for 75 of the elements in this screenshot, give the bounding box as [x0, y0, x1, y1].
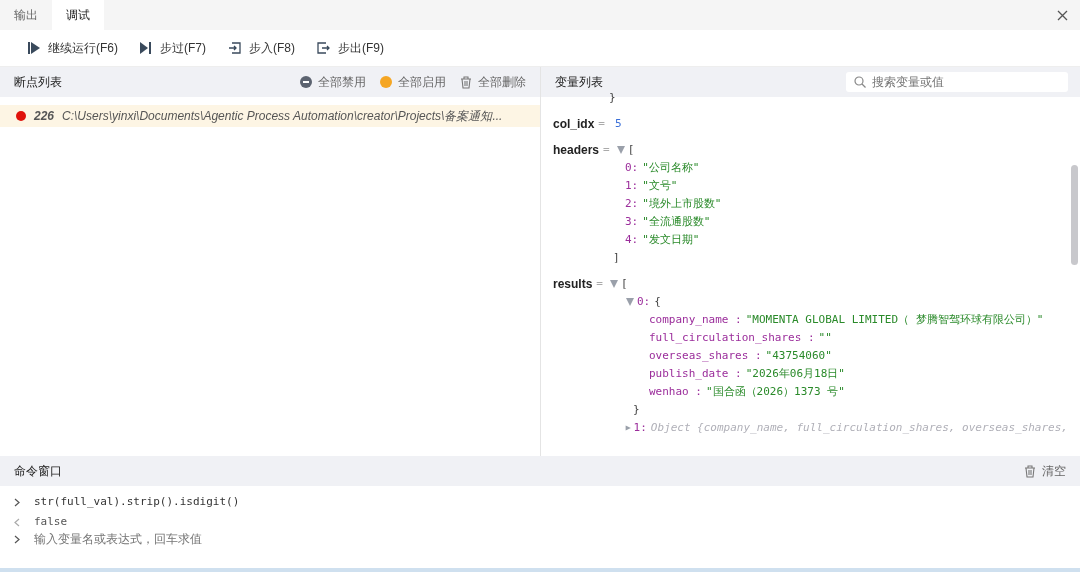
step-over-icon [140, 42, 152, 54]
variable-name: col_idx [553, 116, 595, 133]
step-out-icon [317, 42, 330, 54]
search-icon [854, 76, 866, 88]
variable-value: 5 [615, 116, 622, 132]
array-index: 0: [637, 294, 651, 310]
clear-button[interactable]: 清空 [1024, 462, 1066, 480]
equals-sign: = [603, 142, 610, 158]
string-value: "发文日期" [642, 232, 700, 248]
minus-circle-icon [300, 76, 312, 88]
trash-icon [1024, 464, 1036, 478]
chevron-left-icon [14, 517, 20, 527]
toolbar-button[interactable]: 步出(F9) [317, 39, 384, 57]
open-bracket: [ [627, 142, 635, 158]
field-key: full_circulation_shares : [649, 329, 815, 347]
scrollbar[interactable] [1071, 165, 1078, 265]
collapsed-triangle-icon[interactable] [625, 423, 632, 433]
array-index: 1: [633, 420, 647, 436]
close-brace: } [633, 402, 640, 418]
field-key: wenhao : [649, 383, 702, 401]
panel-title: 变量列表 [555, 73, 604, 91]
line-number: 226 [34, 109, 55, 123]
close-bracket: ] [613, 250, 620, 266]
equals-sign: = [598, 116, 605, 132]
string-value: "43754060" [765, 348, 832, 364]
breakpoint-dot[interactable] [16, 111, 26, 121]
toolbar-button[interactable]: 步过(F7) [140, 39, 206, 57]
string-value: "MOMENTA GLOBAL LIMITED（ 梦腾智驾环球有限公司）" [745, 312, 1044, 328]
toolbar-button[interactable]: 步入(F8) [228, 39, 295, 57]
console-command: str(full_val).strip().isdigit() [34, 494, 240, 510]
expanded-triangle-icon[interactable] [609, 279, 619, 289]
search-input[interactable]: 搜索变量或值 [872, 75, 1042, 89]
open-brace: { [654, 294, 661, 310]
chevron-right-icon [14, 497, 20, 507]
string-value: "公司名称" [642, 160, 700, 176]
string-value: "国合函（2026）1373 号" [706, 384, 845, 400]
string-value: "全流通股数" [642, 214, 711, 230]
file-path: C:\Users\yinxi\Documents\Agentic Process Automation\creator\Projects\备案通知... [62, 107, 503, 125]
array-index: 1: [625, 178, 639, 194]
tab[interactable]: 调试 [52, 0, 104, 30]
array-index: 2: [625, 196, 639, 212]
panel-action[interactable]: 全部删除 [460, 73, 526, 91]
play-icon [28, 42, 40, 54]
trash-icon [460, 75, 472, 89]
string-value: "2026年06月18日" [745, 366, 845, 382]
expanded-triangle-icon[interactable] [615, 145, 626, 155]
panel-action[interactable]: 全部启用 [380, 73, 446, 91]
field-key: overseas_shares : [649, 347, 762, 365]
array-index: 0: [625, 160, 639, 176]
closing-brace: } [609, 90, 616, 106]
breakpoint-row[interactable]: 226 C:\Users\yinxi\Documents\Agentic Process Automation\creator\Projects\备案通知... [0, 105, 540, 127]
step-into-icon [228, 42, 241, 54]
panel-action[interactable]: 全部禁用 [300, 73, 366, 91]
panel-title: 断点列表 [14, 73, 63, 91]
console-output: false [34, 514, 68, 530]
close-icon[interactable] [1057, 9, 1068, 21]
expanded-triangle-icon[interactable] [625, 297, 635, 307]
chevron-right-icon [14, 534, 20, 544]
panel-title: 命令窗口 [14, 462, 63, 480]
string-value: "境外上市股数" [642, 196, 722, 212]
variable-name: headers [553, 142, 600, 159]
tab[interactable]: 输出 [0, 0, 52, 30]
variable-name: results [553, 276, 593, 293]
field-key: publish_date : [649, 365, 742, 383]
array-index: 3: [625, 214, 639, 230]
string-value: "" [818, 330, 832, 346]
object-summary: Object {company_name, full_circulation_shares, overseas_shares, [650, 420, 1068, 436]
string-value: "文号" [642, 178, 678, 194]
toolbar-button[interactable]: 继续运行(F6) [28, 39, 118, 57]
open-bracket: [ [621, 276, 628, 292]
field-key: company_name : [649, 311, 742, 329]
search-field[interactable]: 搜索变量或值 [846, 72, 1068, 92]
equals-sign: = [596, 276, 603, 292]
array-index: 4: [625, 232, 639, 248]
dot-icon [380, 76, 392, 88]
